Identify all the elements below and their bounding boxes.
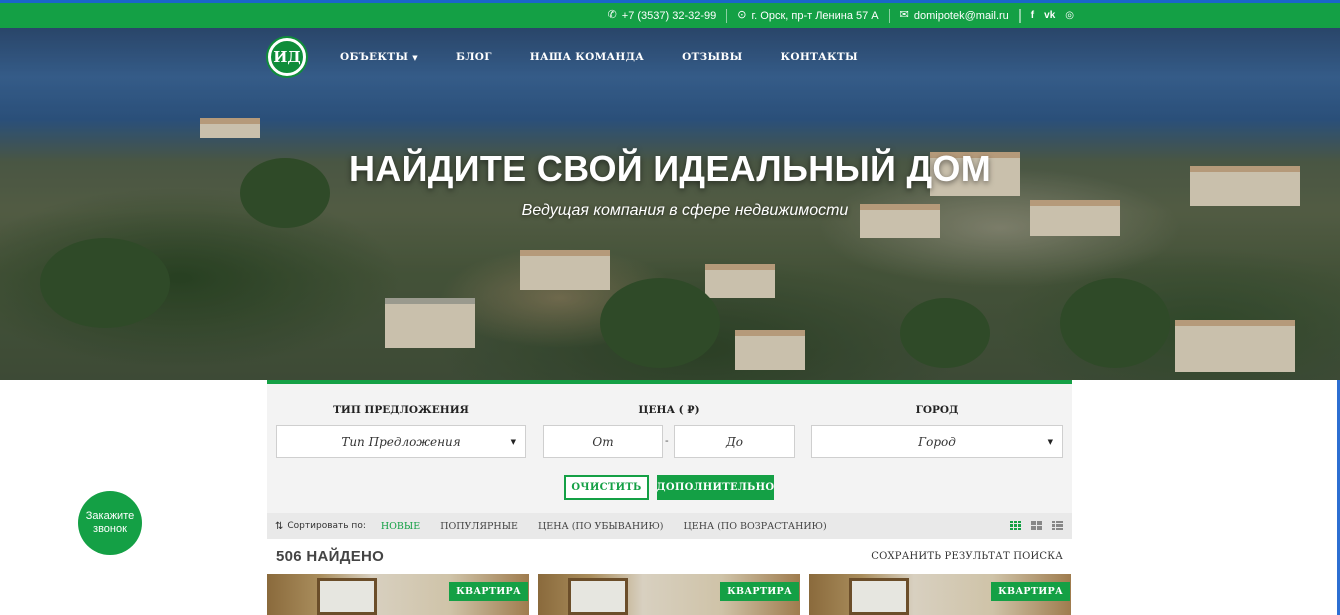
main-nav: ИД ОБЪЕКТЫ ▼ БЛОГ НАША КОМАНДА ОТЗЫВЫ КОН… xyxy=(268,38,1072,76)
hero-house-shape xyxy=(1175,320,1295,372)
instagram-icon[interactable]: ◎ xyxy=(1065,10,1074,21)
property-type-badge: КВАРТИРА xyxy=(991,582,1070,601)
hero-banner: ИД ОБЪЕКТЫ ▼ БЛОГ НАША КОМАНДА ОТЗЫВЫ КОН… xyxy=(0,28,1340,380)
select-arrow-icon: ▼ xyxy=(510,437,516,446)
caret-down-icon: ▼ xyxy=(412,52,418,62)
page: ✆ +7 (3537) 32-32-99 ⊙ г. Орск, пр-т Лен… xyxy=(0,0,1340,615)
hero-tree-shape xyxy=(40,238,170,328)
city-label: ГОРОД xyxy=(915,404,959,416)
listing-grid: КВАРТИРА КВАРТИРА КВАРТИРА xyxy=(267,574,1072,615)
hero-tree-shape xyxy=(1060,278,1170,368)
view-switcher xyxy=(1010,521,1063,530)
email-link[interactable]: ✉ domipotek@mail.ru xyxy=(890,8,1020,23)
price-separator: - xyxy=(665,435,669,447)
price-to-input[interactable]: До xyxy=(674,425,795,458)
price-label: ЦЕНА ( ₽) xyxy=(638,404,700,416)
hero-tree-shape xyxy=(600,278,720,368)
grid-3-view-icon[interactable] xyxy=(1010,521,1021,530)
map-pin-icon: ⊙ xyxy=(737,9,747,21)
sort-label: Сортировать по: xyxy=(287,521,366,531)
address-text: г. Орск, пр-т Ленина 57 А xyxy=(751,9,879,22)
sort-option-new[interactable]: НОВЫЕ xyxy=(381,521,420,532)
hero-house-shape xyxy=(385,298,475,348)
results-count: 506 НАЙДЕНО xyxy=(276,548,385,565)
hero-house-shape xyxy=(735,330,805,370)
select-arrow-icon: ▼ xyxy=(1047,437,1053,446)
nav-item-reviews[interactable]: ОТЗЫВЫ xyxy=(663,51,761,63)
nav-item-contacts[interactable]: КОНТАКТЫ xyxy=(762,51,877,63)
sort-bar: ⇅ Сортировать по: НОВЫЕ ПОПУЛЯРНЫЕ ЦЕНА … xyxy=(267,513,1072,539)
hero-house-shape xyxy=(520,250,610,290)
sort-option-popular[interactable]: ПОПУЛЯРНЫЕ xyxy=(440,521,518,532)
nav-item-objects[interactable]: ОБЪЕКТЫ ▼ xyxy=(340,51,437,63)
listing-card[interactable]: КВАРТИРА xyxy=(267,574,529,615)
search-panel: ТИП ПРЕДЛОЖЕНИЯ Тип Предложения ▼ ЦЕНА (… xyxy=(267,380,1072,513)
price-from-placeholder: От xyxy=(592,434,614,449)
hero-house-shape xyxy=(705,264,775,298)
nav-item-blog[interactable]: БЛОГ xyxy=(437,51,511,63)
facebook-icon[interactable]: f xyxy=(1031,10,1034,21)
clear-button[interactable]: ОЧИСТИТЬ xyxy=(564,475,649,500)
callback-button[interactable]: Закажите звонок xyxy=(78,491,142,555)
hero-house-shape xyxy=(200,118,260,138)
listing-photo xyxy=(317,578,377,615)
vk-icon[interactable]: vk xyxy=(1044,10,1055,21)
address-link[interactable]: ⊙ г. Орск, пр-т Ленина 57 А xyxy=(727,8,890,23)
save-search-link[interactable]: СОХРАНИТЬ РЕЗУЛЬТАТ ПОИСКА xyxy=(871,551,1063,562)
offer-type-select[interactable]: Тип Предложения ▼ xyxy=(276,425,526,458)
city-select[interactable]: Город ▼ xyxy=(811,425,1063,458)
listing-photo xyxy=(849,578,909,615)
email-text: domipotek@mail.ru xyxy=(913,9,1009,22)
list-view-icon[interactable] xyxy=(1052,521,1063,530)
city-value: Город xyxy=(918,434,956,449)
sort-option-price-desc[interactable]: ЦЕНА (ПО УБЫВАНИЮ) xyxy=(538,521,664,532)
phone-link[interactable]: ✆ +7 (3537) 32-32-99 xyxy=(598,8,728,23)
hero-subtitle: Ведущая компания в сфере недвижимости xyxy=(521,202,849,219)
property-type-badge: КВАРТИРА xyxy=(449,582,528,601)
price-to-placeholder: До xyxy=(726,434,743,449)
site-logo[interactable]: ИД xyxy=(268,38,306,76)
envelope-icon: ✉ xyxy=(899,9,909,21)
listing-card[interactable]: КВАРТИРА xyxy=(809,574,1071,615)
price-from-input[interactable]: От xyxy=(543,425,663,458)
phone-text: +7 (3537) 32-32-99 xyxy=(621,9,717,22)
nav-item-label: ОБЪЕКТЫ xyxy=(340,51,409,63)
sort-icon: ⇅ xyxy=(275,520,284,532)
top-bar: ✆ +7 (3537) 32-32-99 ⊙ г. Орск, пр-т Лен… xyxy=(0,0,1340,28)
listing-photo xyxy=(568,578,628,615)
offer-type-label: ТИП ПРЕДЛОЖЕНИЯ xyxy=(333,404,469,416)
nav-menu: ОБЪЕКТЫ ▼ БЛОГ НАША КОМАНДА ОТЗЫВЫ КОНТАК… xyxy=(340,51,877,63)
hero-tree-shape xyxy=(900,298,990,368)
property-type-badge: КВАРТИРА xyxy=(720,582,799,601)
listing-card[interactable]: КВАРТИРА xyxy=(538,574,800,615)
sort-option-price-asc[interactable]: ЦЕНА (ПО ВОЗРАСТАНИЮ) xyxy=(683,521,826,532)
social-links: f vk ◎ xyxy=(1019,8,1074,23)
hero-title: НАЙДИТЕ СВОЙ ИДЕАЛЬНЫЙ ДОМ xyxy=(348,148,992,189)
grid-2-view-icon[interactable] xyxy=(1031,521,1042,530)
phone-icon: ✆ xyxy=(607,9,617,21)
nav-item-team[interactable]: НАША КОМАНДА xyxy=(511,51,663,63)
advanced-button[interactable]: ДОПОЛНИТЕЛЬНО xyxy=(657,475,774,500)
offer-type-value: Тип Предложения xyxy=(341,434,461,449)
